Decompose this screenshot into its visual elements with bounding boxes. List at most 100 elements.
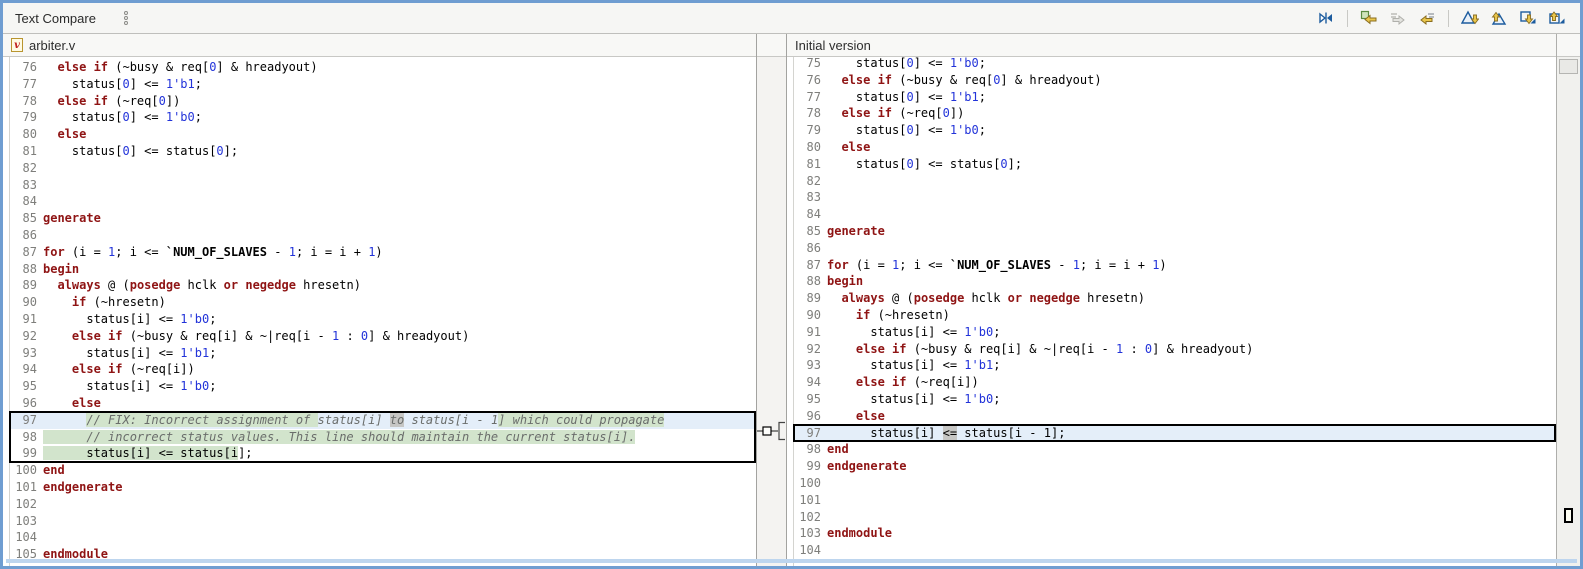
previous-change-icon[interactable] bbox=[1546, 8, 1568, 28]
line-number: 85 bbox=[22, 211, 37, 226]
code-line[interactable]: 98 end bbox=[794, 441, 1556, 458]
code-line[interactable]: 90 if (~hresetn) bbox=[794, 307, 1556, 324]
code-line[interactable]: 88 begin bbox=[794, 273, 1556, 290]
line-number: 96 bbox=[22, 395, 37, 410]
verilog-file-icon: v bbox=[11, 38, 23, 52]
line-number: 81 bbox=[806, 156, 821, 171]
code-line[interactable]: 99 endgenerate bbox=[794, 458, 1556, 475]
code-line[interactable]: 83 bbox=[794, 189, 1556, 206]
code-line[interactable]: 79 status[0] <= 1'b0; bbox=[10, 109, 756, 126]
code-line[interactable]: 101 endgenerate bbox=[10, 479, 756, 496]
code-line[interactable]: 86 bbox=[794, 240, 1556, 257]
overview-ruler[interactable] bbox=[1556, 34, 1580, 566]
line-number: 93 bbox=[22, 345, 37, 360]
line-number: 86 bbox=[22, 227, 37, 242]
overview-ruler-button[interactable] bbox=[1559, 59, 1578, 74]
code-line[interactable]: 101 bbox=[794, 492, 1556, 509]
code-line[interactable]: 97 status[i] <= status[i - 1]; bbox=[794, 424, 1556, 442]
code-line[interactable]: 78 else if (~req[0]) bbox=[794, 105, 1556, 122]
center-strip-header bbox=[757, 34, 786, 57]
code-line[interactable]: 100 end bbox=[10, 462, 756, 479]
code-line[interactable]: 87 for (i = 1; i <= `NUM_OF_SLAVES - 1; i… bbox=[10, 244, 756, 261]
code-line[interactable]: 82 bbox=[794, 173, 1556, 190]
line-number: 104 bbox=[799, 543, 821, 558]
code-line[interactable]: 84 bbox=[10, 193, 756, 210]
code-line[interactable]: 87 for (i = 1; i <= `NUM_OF_SLAVES - 1; i… bbox=[794, 257, 1556, 274]
code-line[interactable]: 96 else bbox=[10, 395, 756, 412]
line-number: 77 bbox=[22, 76, 37, 91]
code-line[interactable]: 99 status[i] <= status[i]; bbox=[10, 445, 756, 462]
code-line[interactable]: 92 else if (~busy & req[i] & ~|req[i - 1… bbox=[10, 328, 756, 345]
code-line[interactable]: 97 // FIX: Incorrect assignment of statu… bbox=[10, 411, 756, 429]
code-line[interactable]: 89 always @ (posedge hclk or negedge hre… bbox=[10, 277, 756, 294]
code-line[interactable]: 86 bbox=[10, 227, 756, 244]
swap-left-and-right-icon[interactable] bbox=[1315, 8, 1337, 28]
code-line[interactable]: 77 status[0] <= 1'b1; bbox=[10, 76, 756, 93]
line-number: 88 bbox=[806, 274, 821, 289]
right-code-area[interactable]: 75 status[0] <= 1'b0; 76 else if (~busy &… bbox=[787, 57, 1556, 566]
line-number: 80 bbox=[806, 139, 821, 154]
code-line[interactable]: 100 bbox=[794, 475, 1556, 492]
line-number: 103 bbox=[799, 526, 821, 541]
code-line[interactable]: 84 bbox=[794, 206, 1556, 223]
code-line[interactable]: 83 bbox=[10, 177, 756, 194]
diff-connector[interactable] bbox=[757, 414, 787, 454]
copy-all-from-right-to-left-icon[interactable] bbox=[1358, 8, 1380, 28]
line-number: 90 bbox=[806, 307, 821, 322]
line-number: 91 bbox=[22, 311, 37, 326]
code-line[interactable]: 85 generate bbox=[10, 210, 756, 227]
line-number: 100 bbox=[799, 475, 821, 490]
code-line[interactable]: 88 begin bbox=[10, 261, 756, 278]
line-number: 82 bbox=[806, 173, 821, 188]
code-line[interactable]: 94 else if (~req[i]) bbox=[10, 361, 756, 378]
code-line[interactable]: 92 else if (~busy & req[i] & ~|req[i - 1… bbox=[794, 341, 1556, 358]
line-number: 101 bbox=[799, 492, 821, 507]
code-line[interactable]: 95 status[i] <= 1'b0; bbox=[794, 391, 1556, 408]
code-line[interactable]: 76 else if (~busy & req[0] & hreadyout) bbox=[10, 59, 756, 76]
code-line[interactable]: 89 always @ (posedge hclk or negedge hre… bbox=[794, 290, 1556, 307]
code-line[interactable]: 98 // incorrect status values. This line… bbox=[10, 429, 756, 446]
line-number: 98 bbox=[22, 429, 37, 444]
code-line[interactable]: 82 bbox=[10, 160, 756, 177]
line-number: 86 bbox=[806, 240, 821, 255]
code-line[interactable]: 77 status[0] <= 1'b1; bbox=[794, 89, 1556, 106]
overview-ruler-header bbox=[1557, 34, 1580, 57]
code-line[interactable]: 85 generate bbox=[794, 223, 1556, 240]
code-line[interactable]: 96 else bbox=[794, 408, 1556, 425]
code-line[interactable]: 103 bbox=[10, 513, 756, 530]
copy-current-change-from-right-to-left-icon[interactable] bbox=[1416, 8, 1438, 28]
code-line[interactable]: 91 status[i] <= 1'b0; bbox=[10, 311, 756, 328]
diff-connector-handle bbox=[762, 426, 772, 436]
code-line[interactable]: 104 bbox=[794, 542, 1556, 559]
next-difference-icon[interactable] bbox=[1459, 8, 1481, 28]
code-line[interactable]: 93 status[i] <= 1'b1; bbox=[10, 345, 756, 362]
code-line[interactable]: 94 else if (~req[i]) bbox=[794, 374, 1556, 391]
bottom-scroll-strip bbox=[6, 559, 1577, 563]
code-line[interactable]: 102 bbox=[10, 496, 756, 513]
copy-current-change-from-left-to-right-icon[interactable] bbox=[1387, 8, 1409, 28]
line-number: 91 bbox=[806, 324, 821, 339]
code-line[interactable]: 103 endmodule bbox=[794, 525, 1556, 542]
code-line[interactable]: 91 status[i] <= 1'b0; bbox=[794, 324, 1556, 341]
code-line[interactable]: 93 status[i] <= 1'b1; bbox=[794, 357, 1556, 374]
code-line[interactable]: 78 else if (~req[0]) bbox=[10, 93, 756, 110]
code-line[interactable]: 81 status[0] <= status[0]; bbox=[794, 156, 1556, 173]
code-line[interactable]: 95 status[i] <= 1'b0; bbox=[10, 378, 756, 395]
line-number: 99 bbox=[22, 446, 37, 461]
code-line[interactable]: 102 bbox=[794, 509, 1556, 526]
overview-diff-marker[interactable] bbox=[1564, 508, 1573, 523]
view-menu-icon[interactable] bbox=[122, 9, 130, 27]
code-line[interactable]: 79 status[0] <= 1'b0; bbox=[794, 122, 1556, 139]
code-line[interactable]: 76 else if (~busy & req[0] & hreadyout) bbox=[794, 72, 1556, 89]
next-change-icon[interactable] bbox=[1517, 8, 1539, 28]
code-line[interactable]: 75 status[0] <= 1'b0; bbox=[794, 57, 1556, 72]
line-number: 93 bbox=[806, 358, 821, 373]
line-number: 76 bbox=[22, 60, 37, 74]
code-line[interactable]: 80 else bbox=[10, 126, 756, 143]
previous-difference-icon[interactable] bbox=[1488, 8, 1510, 28]
code-line[interactable]: 104 bbox=[10, 529, 756, 546]
left-code-area[interactable]: 76 else if (~busy & req[0] & hreadyout) 7… bbox=[3, 57, 756, 566]
code-line[interactable]: 80 else bbox=[794, 139, 1556, 156]
code-line[interactable]: 81 status[0] <= status[0]; bbox=[10, 143, 756, 160]
code-line[interactable]: 90 if (~hresetn) bbox=[10, 294, 756, 311]
